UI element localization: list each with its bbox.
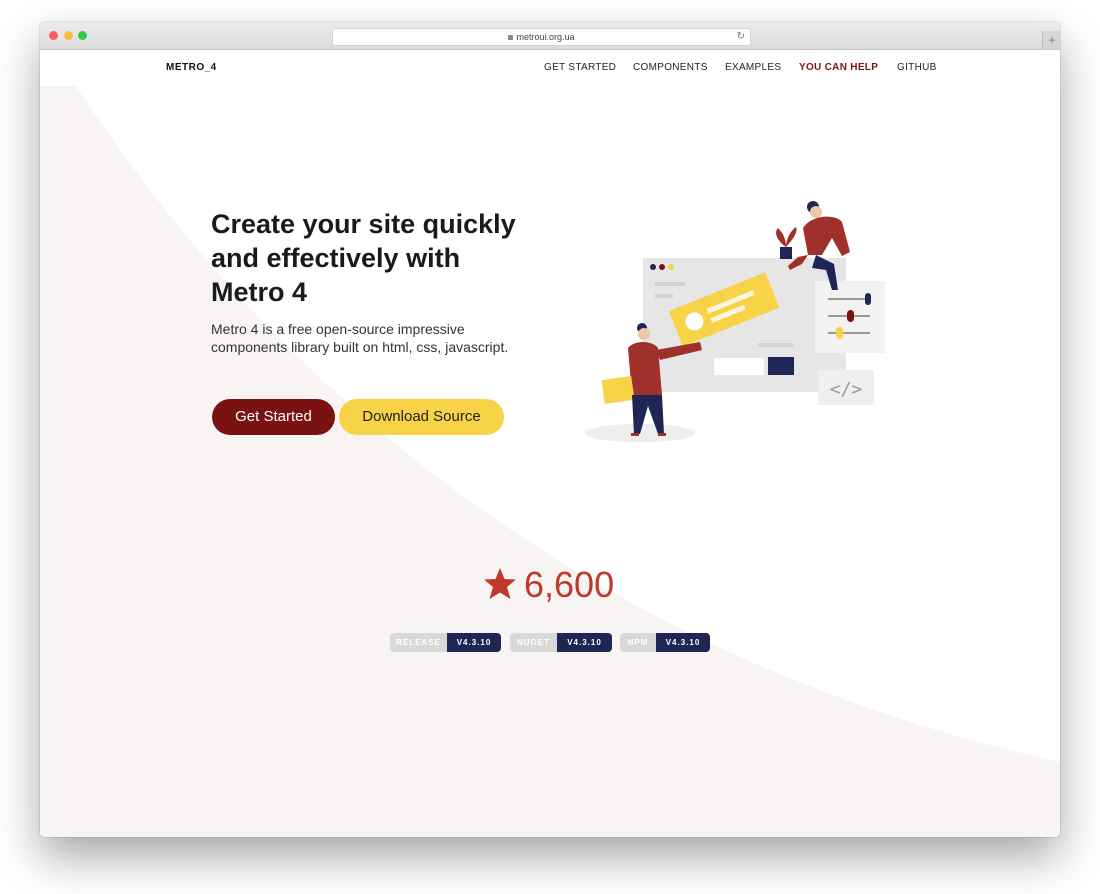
browser-window: metroui.org.ua ↻ + METRO_4 GET STARTED C… xyxy=(40,22,1060,837)
npm-badge[interactable]: NPM V4.3.10 xyxy=(620,633,710,652)
nav-get-started[interactable]: GET STARTED xyxy=(544,62,616,73)
top-navigation: METRO_4 GET STARTED COMPONENTS EXAMPLES … xyxy=(40,50,1060,86)
badge-value: V4.3.10 xyxy=(557,633,612,652)
release-badge[interactable]: RELEASE V4.3.10 xyxy=(390,633,501,652)
minimize-window-button[interactable] xyxy=(64,31,73,40)
hero-illustration: </> xyxy=(585,201,885,442)
lock-icon xyxy=(508,35,514,41)
zoom-window-button[interactable] xyxy=(78,31,87,40)
badge-label: NPM xyxy=(620,633,656,652)
background-curve xyxy=(40,86,1060,837)
get-started-button[interactable]: Get Started xyxy=(212,399,335,435)
address-bar[interactable]: metroui.org.ua ↻ xyxy=(332,28,751,46)
close-window-button[interactable] xyxy=(49,31,58,40)
hero-description: Metro 4 is a free open-source impressive… xyxy=(211,321,509,355)
badge-label: NUGET xyxy=(510,633,557,652)
address-url: metroui.org.ua xyxy=(516,32,575,42)
new-tab-button[interactable]: + xyxy=(1042,31,1060,49)
nav-github[interactable]: GITHUB xyxy=(897,62,937,73)
badge-value: V4.3.10 xyxy=(447,633,501,652)
nav-you-can-help[interactable]: YOU CAN HELP xyxy=(799,62,878,73)
browser-titlebar: metroui.org.ua ↻ + xyxy=(40,22,1060,50)
plant-icon xyxy=(776,227,797,259)
reload-icon[interactable]: ↻ xyxy=(737,29,745,45)
star-count: 6,600 xyxy=(524,564,615,605)
brand-logo[interactable]: METRO_4 xyxy=(166,62,217,73)
badge-label: RELEASE xyxy=(390,633,447,652)
hero-headline: Create your site quickly and effectively… xyxy=(211,209,516,307)
badge-value: V4.3.10 xyxy=(656,633,710,652)
download-source-button[interactable]: Download Source xyxy=(339,399,504,435)
svg-text:</>: </> xyxy=(830,379,863,400)
page-content: METRO_4 GET STARTED COMPONENTS EXAMPLES … xyxy=(40,50,1060,837)
star-icon xyxy=(484,568,516,599)
nuget-badge[interactable]: NUGET V4.3.10 xyxy=(510,633,612,652)
nav-examples[interactable]: EXAMPLES xyxy=(725,62,781,73)
nav-components[interactable]: COMPONENTS xyxy=(633,62,708,73)
